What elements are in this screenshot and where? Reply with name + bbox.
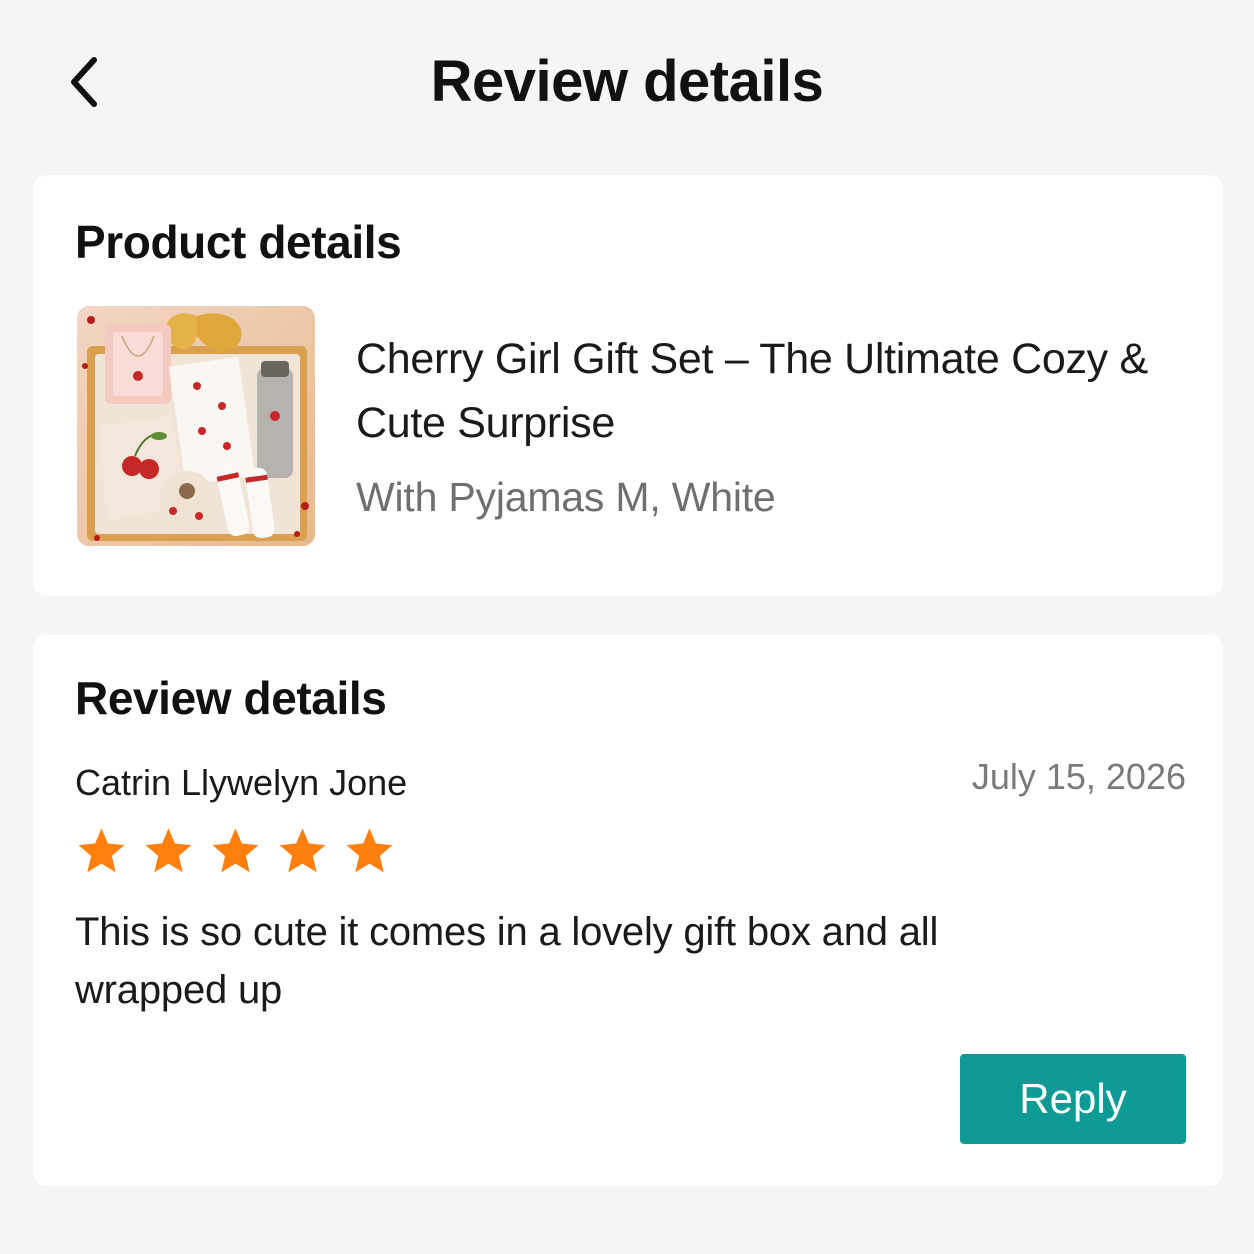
top-bar: Review details <box>0 0 1254 165</box>
product-section-title: Product details <box>75 216 402 268</box>
page-title: Review details <box>430 49 824 114</box>
star-icon <box>145 828 192 873</box>
review-details-card: Review details Catrin Llywelyn Jone July… <box>33 635 1223 1186</box>
star-icon <box>212 828 259 873</box>
star-icon <box>279 828 326 873</box>
product-thumbnail[interactable] <box>77 306 315 546</box>
review-section-title: Review details <box>75 672 387 724</box>
reviewer-name: Catrin Llywelyn Jone <box>75 762 408 803</box>
star-icon <box>78 828 125 873</box>
review-date: July 15, 2026 <box>971 756 1186 797</box>
star-icon <box>346 828 393 873</box>
product-details-card: Product details Cherry Girl Gift Set – T… <box>33 175 1223 596</box>
product-name[interactable]: Cherry Girl Gift Set – The Ultimate Cozy… <box>356 327 1196 455</box>
review-text: This is so cute it comes in a lovely gif… <box>75 910 939 1012</box>
star-rating <box>75 825 396 881</box>
product-variant: With Pyjamas M, White <box>356 474 776 520</box>
reply-button[interactable]: Reply <box>960 1054 1186 1144</box>
